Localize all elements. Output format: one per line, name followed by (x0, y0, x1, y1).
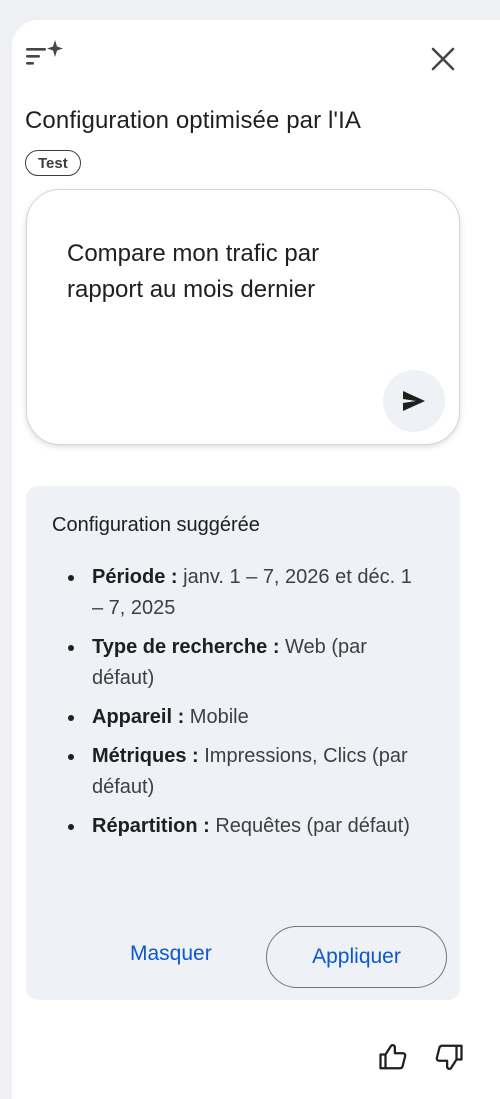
config-item-period: Période : janv. 1 – 7, 2026 et déc. 1 – … (68, 562, 418, 624)
thumbs-down-icon (435, 1044, 463, 1070)
config-item-label: Période : (92, 566, 178, 588)
send-button[interactable] (383, 370, 445, 432)
config-item-breakdown: Répartition : Requêtes (par défaut) (68, 811, 418, 842)
suggested-config-list: Période : janv. 1 – 7, 2026 et déc. 1 – … (68, 562, 418, 850)
sparkle-filter-icon (26, 38, 66, 72)
config-item-label: Répartition : (92, 815, 210, 837)
suggested-config-title: Configuration suggérée (52, 514, 260, 536)
config-item-label: Type de recherche : (92, 636, 280, 658)
suggested-config-card: Configuration suggérée Période : janv. 1… (26, 486, 460, 1000)
config-item-search-type: Type de recherche : Web (par défaut) (68, 632, 418, 694)
thumbs-up-icon (379, 1044, 407, 1070)
hide-button[interactable]: Masquer (130, 942, 212, 966)
prompt-card[interactable]: Compare mon trafic par rapport au mois d… (26, 189, 460, 445)
config-item-label: Métriques : (92, 745, 199, 767)
thumbs-down-button[interactable] (434, 1042, 468, 1076)
prompt-text[interactable]: Compare mon trafic par rapport au mois d… (67, 236, 397, 308)
close-button[interactable] (426, 42, 460, 76)
config-item-device: Appareil : Mobile (68, 702, 418, 733)
send-icon (403, 391, 425, 411)
config-item-value: Requêtes (par défaut) (209, 815, 410, 837)
panel-header (26, 38, 486, 78)
config-item-metrics: Métriques : Impressions, Clics (par défa… (68, 741, 418, 803)
config-item-value: Mobile (184, 706, 249, 728)
close-icon (431, 47, 455, 71)
test-badge: Test (25, 150, 81, 176)
apply-button[interactable]: Appliquer (266, 926, 447, 988)
panel-title: Configuration optimisée par l'IA (25, 107, 361, 134)
thumbs-up-button[interactable] (378, 1042, 412, 1076)
config-item-label: Appareil : (92, 706, 185, 728)
hide-button-label: Masquer (130, 942, 212, 965)
